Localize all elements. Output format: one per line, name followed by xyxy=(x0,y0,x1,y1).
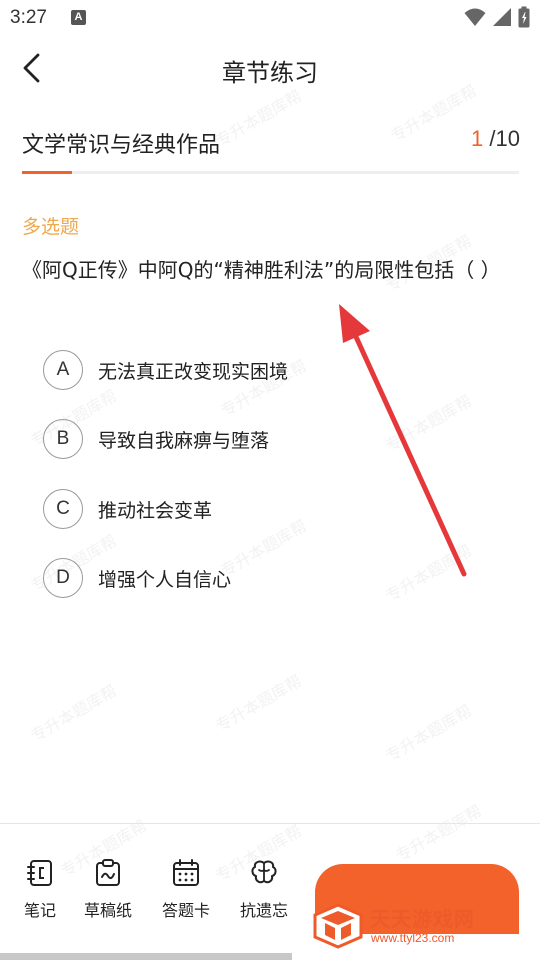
option-letter: A xyxy=(43,350,83,390)
brand-name: 天天游戏网 xyxy=(370,907,475,931)
watermark: 专升本题库帮 xyxy=(27,681,121,746)
tool-label: 答题卡 xyxy=(161,901,210,920)
page-title: 章节练习 xyxy=(222,59,318,87)
brand-logo: 天天游戏网 www.ttyl23.com xyxy=(313,901,505,951)
option-letter: D xyxy=(43,558,83,598)
option-b[interactable]: B 导致自我麻痹与堕落 xyxy=(43,418,513,460)
brand-logo-icon xyxy=(313,903,363,949)
watermark: 专升本题库帮 xyxy=(382,701,476,766)
system-navigation-bar xyxy=(0,953,292,960)
status-icons xyxy=(464,6,530,28)
watermark: 专升本题库帮 xyxy=(392,801,486,866)
option-text: 导致自我麻痹与堕落 xyxy=(98,429,270,452)
notes-button[interactable]: 笔记 xyxy=(10,858,70,921)
total-questions: /10 xyxy=(489,126,520,151)
option-d[interactable]: D 增强个人自信心 xyxy=(43,557,513,599)
notebook-icon xyxy=(27,860,52,886)
battery-icon xyxy=(518,6,530,28)
clipboard-icon xyxy=(96,859,120,886)
calendar-grid-icon xyxy=(173,859,199,886)
option-text: 推动社会变革 xyxy=(98,499,213,522)
scratch-paper-button[interactable]: 草稿纸 xyxy=(78,858,138,921)
status-bar: 3:27 A xyxy=(0,0,540,40)
notification-icon: A xyxy=(71,10,86,25)
wifi-icon xyxy=(464,8,486,26)
toolbar-divider xyxy=(0,823,540,824)
question-counter: 1 /10 xyxy=(471,126,520,152)
tool-label: 抗遗忘 xyxy=(239,901,288,920)
question-type-label: 多选题 xyxy=(22,216,80,238)
option-a[interactable]: A 无法真正改变现实困境 xyxy=(43,349,513,391)
current-question-number: 1 xyxy=(471,126,484,151)
option-text: 无法真正改变现实困境 xyxy=(98,360,289,383)
section-title: 文学常识与经典作品 xyxy=(22,133,221,158)
answer-card-button[interactable]: 答题卡 xyxy=(156,858,216,921)
brand-url: www.ttyl23.com xyxy=(371,931,455,945)
header: 章节练习 xyxy=(0,40,540,98)
option-letter: C xyxy=(43,489,83,529)
progress-bar-fill xyxy=(22,171,72,174)
brain-icon xyxy=(251,860,277,884)
status-time: 3:27 xyxy=(10,7,47,28)
progress-bar xyxy=(22,171,519,174)
signal-icon xyxy=(493,8,511,26)
anti-forgetting-button[interactable]: 抗遗忘 xyxy=(234,858,294,921)
tool-label: 草稿纸 xyxy=(83,901,132,920)
option-letter: B xyxy=(43,419,83,459)
watermark: 专升本题库帮 xyxy=(212,671,306,736)
option-c[interactable]: C 推动社会变革 xyxy=(43,488,513,530)
option-text: 增强个人自信心 xyxy=(98,568,232,591)
question-text: 《阿Q正传》中阿Q的“精神胜利法”的局限性包括（ ） xyxy=(22,258,501,282)
tool-label: 笔记 xyxy=(23,901,56,920)
